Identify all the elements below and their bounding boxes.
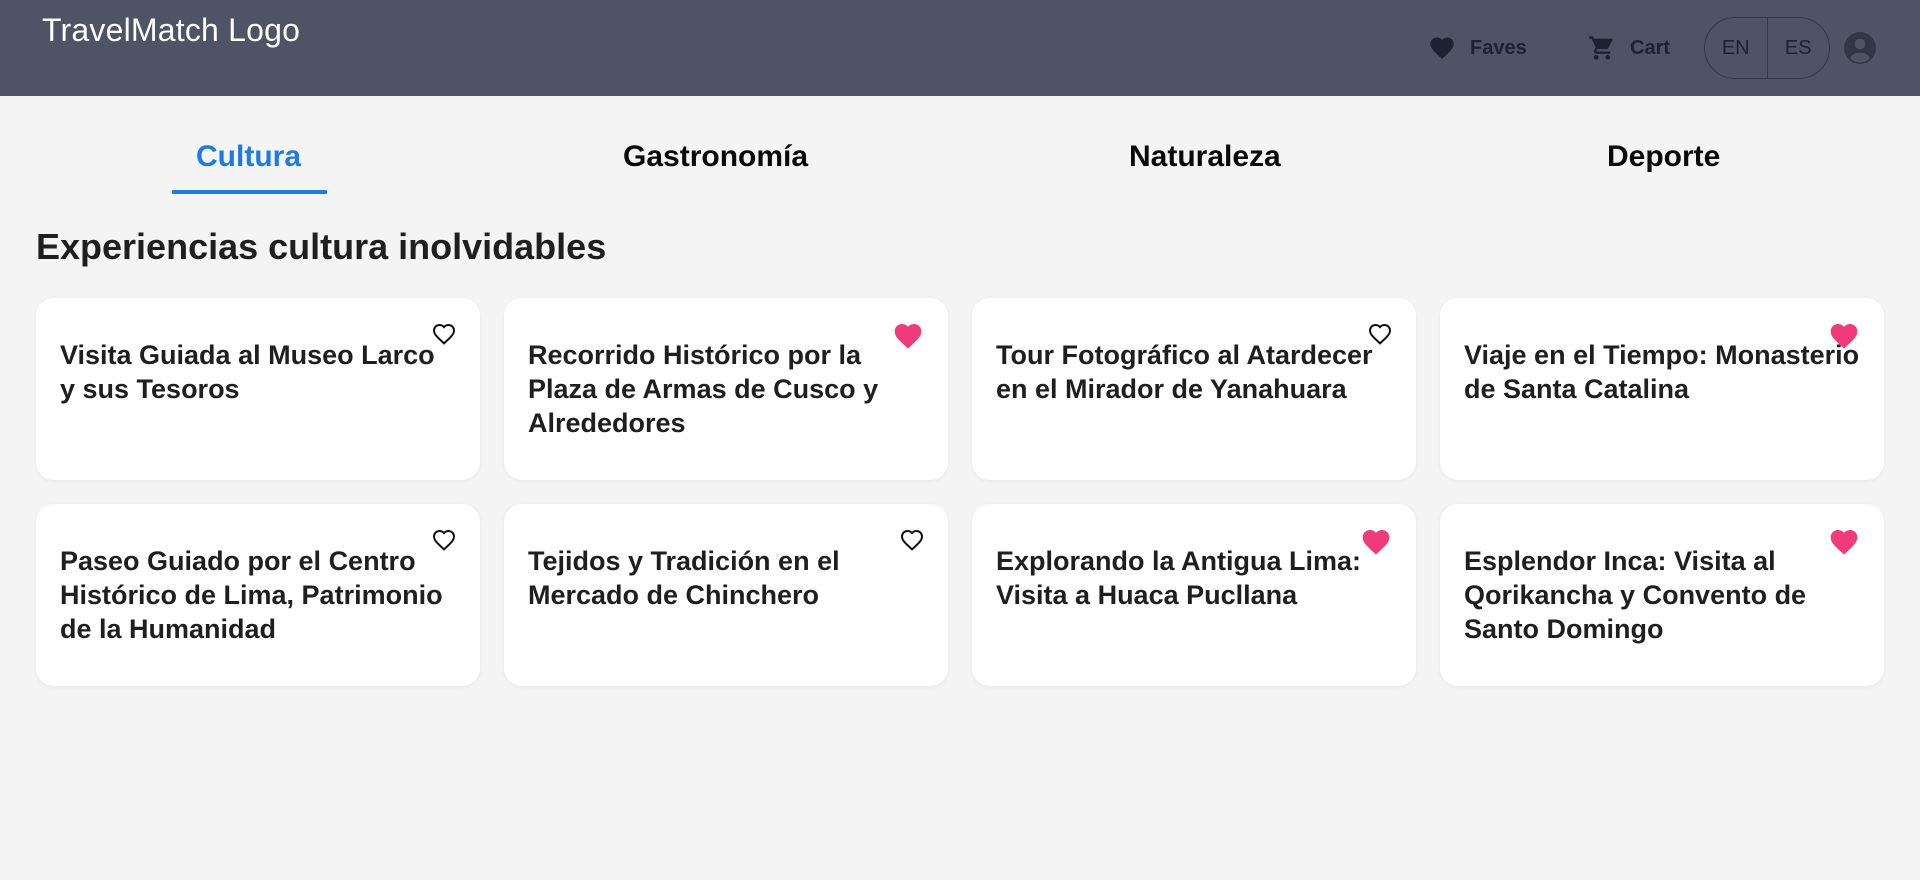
- faves-label: Faves: [1470, 36, 1527, 59]
- favorite-toggle[interactable]: [432, 528, 456, 552]
- experience-card[interactable]: Esplendor Inca: Visita al Qorikancha y C…: [1440, 504, 1884, 686]
- account-button[interactable]: [1844, 32, 1876, 64]
- card-title: Viaje en el Tiempo: Monasterio de Santa …: [1464, 340, 1860, 404]
- tab-gastronomia[interactable]: Gastronomía: [623, 140, 808, 174]
- heart-outline-icon: [900, 529, 924, 551]
- experience-card[interactable]: Tejidos y Tradición en el Mercado de Chi…: [504, 504, 948, 686]
- active-tab-indicator: [172, 190, 327, 194]
- heart-outline-icon: [432, 529, 456, 551]
- favorite-toggle[interactable]: [900, 528, 924, 552]
- heart-filled-icon: [1830, 324, 1858, 349]
- faves-button[interactable]: Faves: [1428, 30, 1527, 66]
- tab-naturaleza[interactable]: Naturaleza: [1129, 140, 1281, 174]
- lang-en-button[interactable]: EN: [1705, 18, 1767, 78]
- tab-cultura[interactable]: Cultura: [196, 140, 301, 174]
- language-switcher: EN ES: [1704, 17, 1830, 79]
- heart-outline-icon: [1368, 323, 1392, 345]
- experience-card[interactable]: Viaje en el Tiempo: Monasterio de Santa …: [1440, 298, 1884, 480]
- experience-card[interactable]: Recorrido Histórico por la Plaza de Arma…: [504, 298, 948, 480]
- experience-grid: Visita Guiada al Museo Larco y sus Tesor…: [36, 298, 1884, 686]
- favorite-toggle[interactable]: [892, 320, 924, 352]
- tab-deporte[interactable]: Deporte: [1607, 140, 1720, 174]
- cart-button[interactable]: Cart: [1588, 30, 1670, 66]
- favorite-toggle[interactable]: [1360, 526, 1392, 558]
- heart-filled-icon: [1362, 530, 1390, 555]
- favorite-toggle[interactable]: [432, 322, 456, 346]
- cart-label: Cart: [1630, 36, 1671, 59]
- card-title: Tejidos y Tradición en el Mercado de Chi…: [528, 546, 840, 610]
- top-bar: TravelMatch Logo Faves Cart EN ES: [0, 0, 1920, 96]
- card-title: Visita Guiada al Museo Larco y sus Tesor…: [60, 340, 435, 404]
- heart-outline-icon: [432, 323, 456, 345]
- card-title: Explorando la Antigua Lima: Visita a Hua…: [996, 546, 1362, 610]
- card-title: Recorrido Histórico por la Plaza de Arma…: [528, 340, 879, 438]
- favorite-toggle[interactable]: [1368, 322, 1392, 346]
- favorite-toggle[interactable]: [1828, 320, 1860, 352]
- experience-card[interactable]: Tour Fotográfico al Atardecer en el Mira…: [972, 298, 1416, 480]
- brand-logo[interactable]: TravelMatch Logo: [42, 12, 300, 49]
- experience-card[interactable]: Visita Guiada al Museo Larco y sus Tesor…: [36, 298, 480, 480]
- experience-card[interactable]: Paseo Guiado por el Centro Histórico de …: [36, 504, 480, 686]
- account-icon: [1844, 32, 1876, 64]
- section-title: Experiencias cultura inolvidables: [36, 226, 607, 267]
- experience-card[interactable]: Explorando la Antigua Lima: Visita a Hua…: [972, 504, 1416, 686]
- cart-icon: [1589, 36, 1613, 60]
- favorite-toggle[interactable]: [1828, 526, 1860, 558]
- card-title: Paseo Guiado por el Centro Histórico de …: [60, 546, 443, 644]
- lang-es-button[interactable]: ES: [1766, 18, 1830, 78]
- card-title: Tour Fotográfico al Atardecer en el Mira…: [996, 340, 1373, 404]
- card-title: Esplendor Inca: Visita al Qorikancha y C…: [1464, 546, 1807, 644]
- heart-icon: [1430, 37, 1454, 59]
- heart-filled-icon: [894, 324, 922, 349]
- heart-filled-icon: [1830, 530, 1858, 555]
